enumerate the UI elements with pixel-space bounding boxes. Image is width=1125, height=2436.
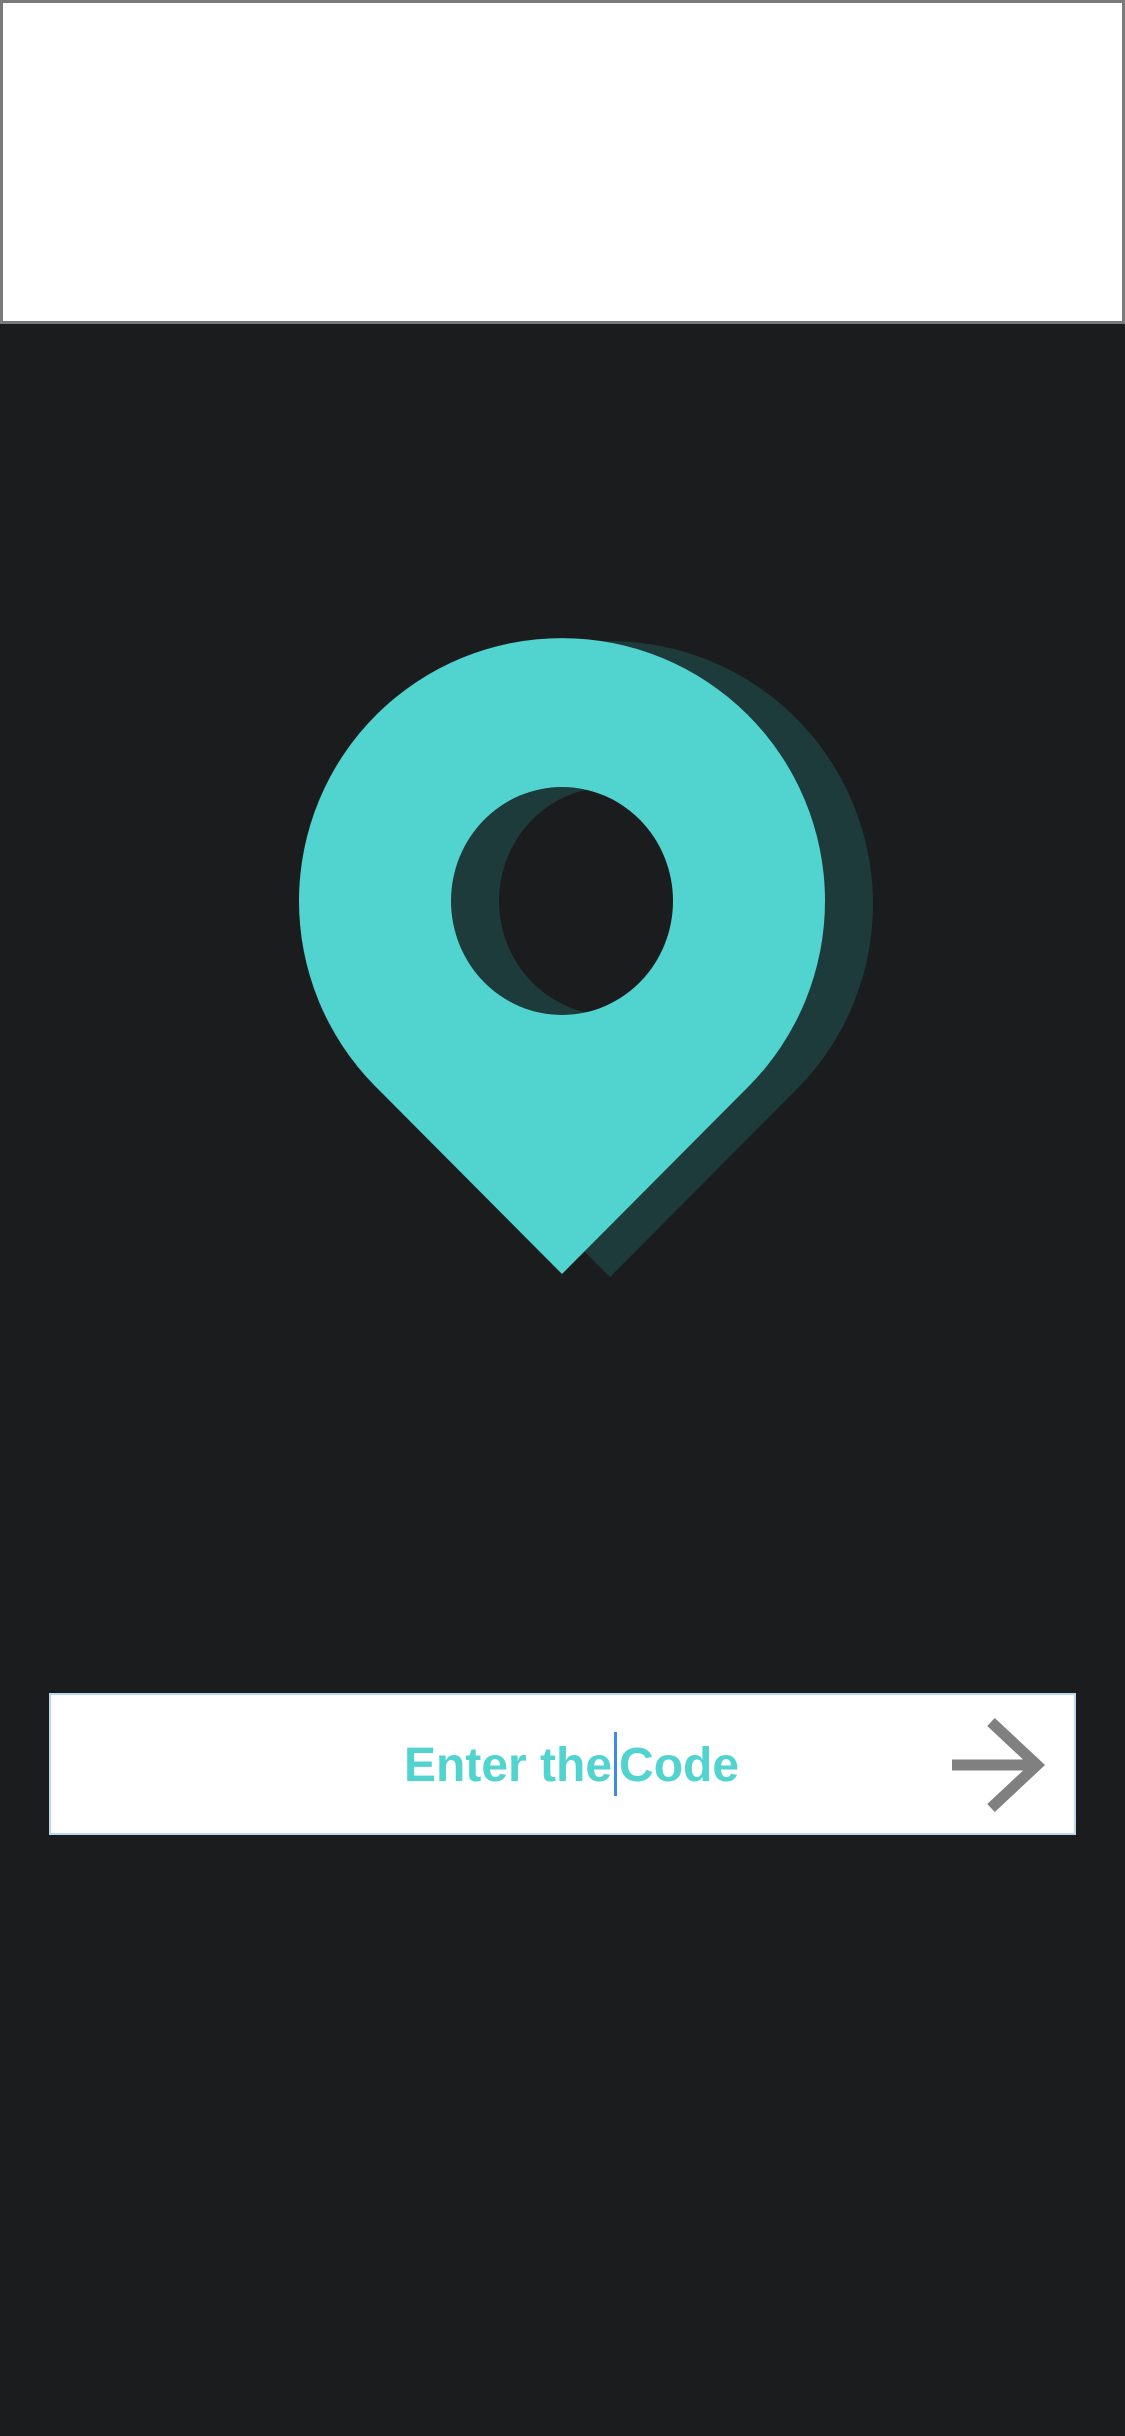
text-caret	[614, 1732, 618, 1797]
code-input[interactable]: Enter the Code	[49, 1693, 1076, 1835]
placeholder-text-start: Enter the	[404, 1739, 613, 1792]
map-pin-icon	[299, 638, 874, 1277]
code-placeholder: Enter the Code	[404, 1695, 739, 1837]
placeholder-text-end: Code	[619, 1739, 740, 1792]
pin-main-shape	[299, 638, 825, 1274]
logo	[0, 0, 1125, 1400]
arrow-right-icon	[952, 1717, 1046, 1813]
submit-button[interactable]	[949, 1717, 1049, 1813]
